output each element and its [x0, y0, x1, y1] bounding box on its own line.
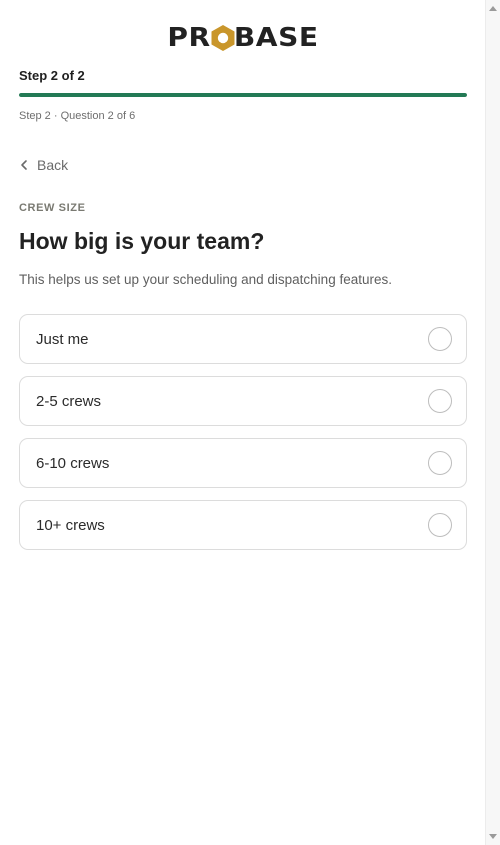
- scroll-up-arrow-icon[interactable]: [489, 6, 497, 11]
- onboarding-page: PR BASE Step 2 of 2 Step 2 · Question 2 …: [0, 0, 485, 845]
- radio-button[interactable]: [428, 451, 452, 475]
- back-button[interactable]: Back: [19, 157, 68, 173]
- question-eyebrow: CREW SIZE: [19, 202, 86, 214]
- step-subtitle: Step 2 · Question 2 of 6: [19, 110, 136, 122]
- option-label: 6-10 crews: [36, 454, 110, 472]
- radio-button[interactable]: [428, 513, 452, 537]
- option-label: 2-5 crews: [36, 392, 102, 410]
- logo-text-right: BASE: [234, 23, 319, 53]
- radio-button[interactable]: [428, 327, 452, 351]
- back-label: Back: [37, 157, 69, 173]
- radio-button[interactable]: [428, 389, 452, 413]
- option-label: 10+ crews: [36, 516, 105, 534]
- question-title: How big is your team?: [19, 228, 265, 254]
- probase-logo: PR BASE: [167, 23, 319, 53]
- scroll-down-arrow-icon[interactable]: [489, 834, 497, 839]
- progress-fill: [19, 93, 467, 97]
- option-10-plus-crews[interactable]: 10+ crews: [19, 500, 467, 550]
- option-6-10-crews[interactable]: 6-10 crews: [19, 438, 467, 488]
- logo-text-left: PR: [167, 23, 211, 53]
- option-just-me[interactable]: Just me: [19, 314, 467, 364]
- chevron-left-icon: [21, 160, 27, 170]
- vertical-scrollbar[interactable]: [485, 0, 500, 845]
- step-title: Step 2 of 2: [19, 68, 85, 83]
- hex-nut-logo-icon: [211, 25, 235, 51]
- option-label: Just me: [36, 330, 89, 348]
- progress-bar: [19, 93, 467, 97]
- logo: PR BASE: [0, 24, 485, 52]
- option-2-5-crews[interactable]: 2-5 crews: [19, 376, 467, 426]
- question-description: This helps us set up your scheduling and…: [19, 272, 392, 287]
- answer-options: Just me 2-5 crews 6-10 crews 10+ crews: [19, 314, 467, 562]
